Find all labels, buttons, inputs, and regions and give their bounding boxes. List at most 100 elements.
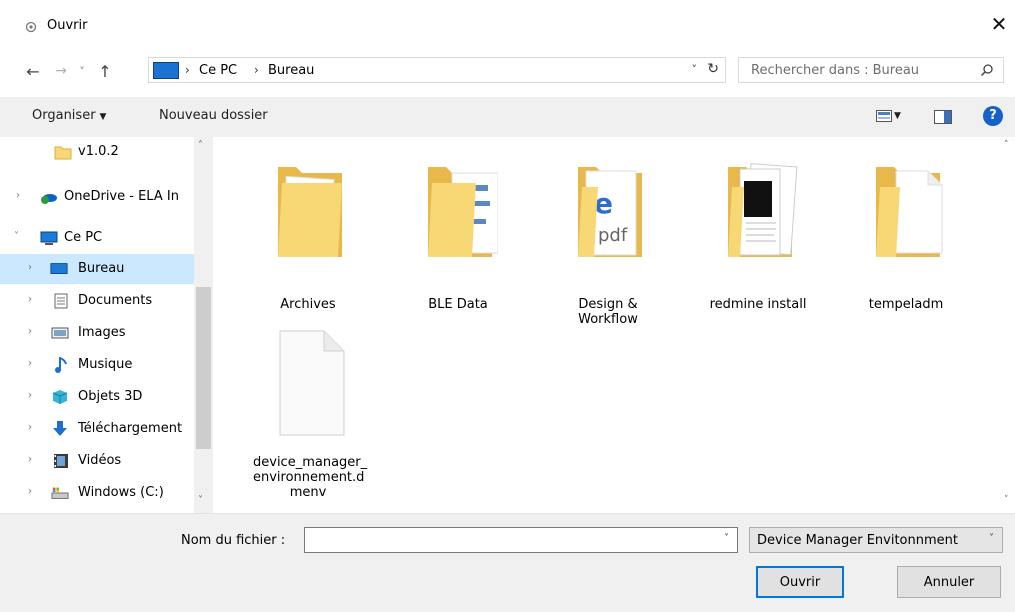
scroll-up-icon[interactable]: ˄ (198, 140, 203, 151)
navigation-row: ← → ˅ ↑ › Ce PC › Bureau ˅ ↻ Rechercher … (0, 54, 1015, 88)
breadcrumb-bureau[interactable]: Bureau (268, 63, 314, 78)
scroll-down-icon[interactable]: ˅ (198, 495, 203, 506)
nav-item-telechargements[interactable]: › Téléchargement (0, 414, 194, 444)
search-icon[interactable] (980, 63, 994, 77)
folder-icon (876, 167, 943, 257)
file-name: Archives (280, 297, 336, 312)
file-name: BLE Data (428, 297, 488, 312)
folder-icon: e pdf (578, 167, 642, 257)
file-name: menv (289, 485, 327, 500)
view-dropdown-icon[interactable]: ▼ (894, 111, 901, 121)
nav-scroll-thumb[interactable] (196, 287, 211, 449)
cancel-button[interactable]: Annuler (897, 566, 1001, 598)
chevron-right-icon[interactable]: › (28, 358, 32, 369)
3d-objects-icon (52, 390, 68, 404)
address-bar[interactable]: › Ce PC › Bureau ˅ ↻ (148, 57, 726, 83)
filename-input[interactable]: ˅ (304, 527, 738, 553)
nav-item-images[interactable]: › Images (0, 318, 194, 348)
chevron-right-icon[interactable]: › (28, 326, 32, 337)
file-device-manager-environnement[interactable]: device_manager_ environnement.d menv (253, 327, 368, 512)
chevron-down-icon: ▼ (99, 112, 107, 122)
window-title: Ouvrir (47, 18, 88, 33)
folder-icon (428, 167, 498, 257)
chevron-right-icon[interactable]: › (28, 262, 32, 273)
folder-design-workflow[interactable]: e pdf Design & Workflow (553, 157, 663, 327)
chevron-right-icon[interactable]: › (28, 390, 32, 401)
chevron-right-icon[interactable]: › (28, 294, 32, 305)
refresh-icon[interactable]: ↻ (707, 61, 719, 77)
chevron-down-icon[interactable]: ˅ (14, 231, 19, 242)
nav-item-label: Téléchargement (78, 421, 183, 436)
nav-item-label: Bureau (78, 261, 125, 276)
chevron-right-icon[interactable]: › (28, 486, 32, 497)
music-icon (55, 357, 67, 373)
nav-item-label: Images (78, 325, 126, 340)
help-icon[interactable]: ? (983, 106, 1003, 126)
nav-item-label: Ce PC (64, 230, 103, 245)
search-placeholder: Rechercher dans : Bureau (751, 63, 920, 78)
nav-item-label: Musique (78, 357, 133, 372)
nav-item-videos[interactable]: › Vidéos (0, 446, 194, 476)
chevron-down-icon[interactable]: ˅ (724, 533, 729, 544)
organize-button[interactable]: Organiser ▼ (32, 108, 106, 123)
folder-ble-data[interactable]: BLE Data (403, 157, 513, 312)
file-list-scrollbar[interactable]: ˄ ˅ (1003, 137, 1015, 513)
nav-item-documents[interactable]: › Documents (0, 286, 194, 316)
file-name: redmine install (709, 297, 807, 312)
new-folder-button[interactable]: Nouveau dossier (159, 108, 268, 123)
forward-icon[interactable]: → (51, 61, 71, 81)
nav-item-label: Objets 3D (78, 389, 143, 404)
nav-item-objets-3d[interactable]: › Objets 3D (0, 382, 194, 412)
organize-label: Organiser (32, 108, 96, 123)
recent-locations-icon[interactable]: ˅ (75, 61, 89, 81)
nav-item-label: Documents (78, 293, 153, 308)
nav-item-ce-pc[interactable]: ˅ Ce PC (0, 223, 194, 253)
svg-text:pdf: pdf (598, 225, 628, 246)
documents-icon (54, 293, 68, 309)
change-view-icon[interactable] (876, 110, 892, 122)
nav-item-bureau[interactable]: › Bureau (0, 254, 194, 284)
breadcrumb-separator: › (185, 63, 190, 77)
scroll-up-icon[interactable]: ˄ (1004, 140, 1009, 150)
chevron-right-icon[interactable]: › (16, 190, 20, 201)
breadcrumb-ce-pc[interactable]: Ce PC (199, 63, 237, 78)
folder-archives[interactable]: Archives (253, 157, 363, 312)
back-icon[interactable]: ← (22, 61, 44, 81)
dialog-footer: Nom du fichier : ˅ Device Manager Envito… (0, 513, 1015, 612)
generic-file-icon (279, 330, 345, 436)
file-name: Workflow (578, 312, 638, 327)
nav-item-v1-0-2[interactable]: v1.0.2 (0, 137, 194, 167)
app-icon (25, 21, 37, 33)
folder-redmine-install[interactable]: redmine install (703, 157, 813, 312)
nav-scrollbar[interactable]: ˄ ˅ (194, 137, 213, 513)
images-icon (51, 327, 69, 339)
drive-icon (51, 487, 69, 499)
nav-item-musique[interactable]: › Musique (0, 350, 194, 380)
breadcrumb-separator: › (254, 63, 259, 77)
folder-icon (54, 146, 72, 160)
navigation-pane: v1.0.2 › OneDrive - ELA In ˅ Ce PC › Bur… (0, 137, 213, 513)
scroll-down-icon[interactable]: ˅ (1004, 495, 1009, 505)
nav-item-label: OneDrive - ELA In (64, 189, 179, 204)
up-icon[interactable]: ↑ (95, 61, 115, 81)
open-button[interactable]: Ouvrir (756, 566, 844, 598)
chevron-right-icon[interactable]: › (28, 454, 32, 465)
title-bar: Ouvrir ✕ (0, 0, 1015, 48)
pc-icon (153, 62, 179, 79)
file-name: device_manager_ (253, 455, 368, 470)
search-input[interactable]: Rechercher dans : Bureau (738, 57, 1004, 83)
pc-icon (40, 231, 58, 245)
chevron-right-icon[interactable]: › (28, 422, 32, 433)
file-list: Archives BLE Data e pdf Design & Workflo… (213, 137, 1003, 513)
nav-item-windows-c[interactable]: › Windows (C:) (0, 478, 194, 508)
folder-tempeladm[interactable]: tempeladm (851, 157, 961, 312)
preview-pane-icon[interactable] (934, 110, 952, 124)
file-type-select[interactable]: Device Manager Envitonnment ˅ (749, 527, 1003, 553)
file-name: tempeladm (868, 297, 944, 312)
close-icon[interactable]: ✕ (987, 12, 1011, 36)
folder-icon (278, 167, 342, 257)
address-dropdown-icon[interactable]: ˅ (692, 63, 698, 76)
nav-item-onedrive[interactable]: › OneDrive - ELA In (0, 182, 194, 212)
videos-icon (54, 454, 68, 468)
onedrive-icon (41, 194, 57, 204)
